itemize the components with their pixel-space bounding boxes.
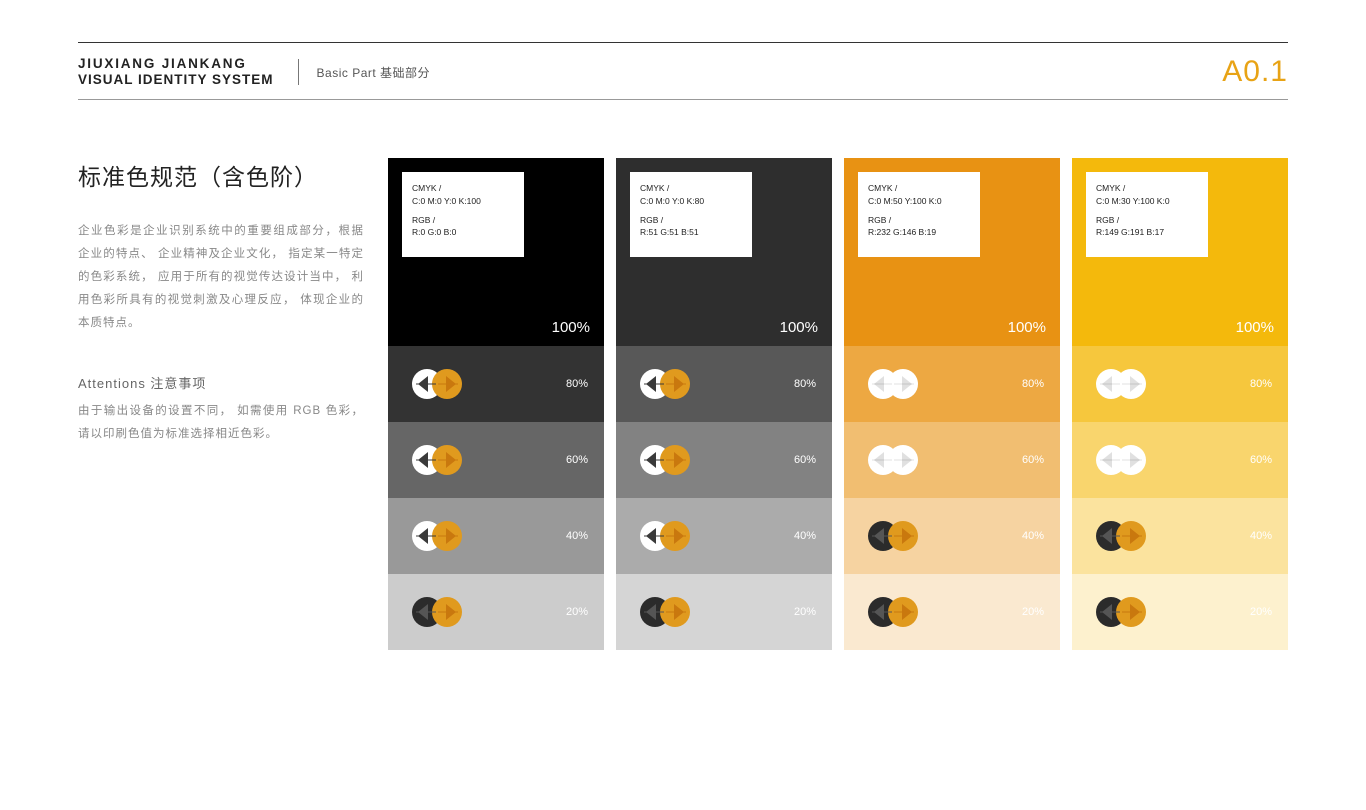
logo-icon bbox=[862, 516, 924, 556]
logo-icon bbox=[634, 592, 696, 632]
cmyk-label: CMYK / bbox=[868, 182, 970, 195]
tint-row: 60% bbox=[388, 422, 604, 498]
rgb-label: RGB / bbox=[640, 214, 742, 227]
page-header: JIUXIANG JIANKANG VISUAL IDENTITY SYSTEM… bbox=[78, 43, 1288, 100]
rgb-value: R:51 G:51 B:51 bbox=[640, 226, 742, 239]
tint-row: 20% bbox=[1072, 574, 1288, 650]
tint-percent: 80% bbox=[566, 378, 588, 390]
section-title: 标准色规范（含色阶） bbox=[78, 158, 364, 192]
tint-percent: 60% bbox=[1022, 454, 1044, 466]
swatch-head: CMYK / C:0 M:50 Y:100 K:0 RGB / R:232 G:… bbox=[844, 158, 1060, 346]
tint-row: 40% bbox=[844, 498, 1060, 574]
rgb-value: R:149 G:191 B:17 bbox=[1096, 226, 1198, 239]
swatch-column: CMYK / C:0 M:0 Y:0 K:80 RGB / R:51 G:51 … bbox=[616, 158, 832, 650]
tint-percent: 60% bbox=[566, 454, 588, 466]
logo-icon bbox=[634, 364, 696, 404]
tint-row: 80% bbox=[388, 346, 604, 422]
tint-percent-100: 100% bbox=[552, 319, 590, 336]
page-code: A0.1 bbox=[1222, 55, 1288, 89]
logo-icon bbox=[1090, 592, 1152, 632]
tint-percent: 20% bbox=[566, 606, 588, 618]
tint-row: 20% bbox=[616, 574, 832, 650]
tint-percent-100: 100% bbox=[780, 319, 818, 336]
tint-percent: 20% bbox=[1250, 606, 1272, 618]
swatch-head: CMYK / C:0 M:0 Y:0 K:100 RGB / R:0 G:0 B… bbox=[388, 158, 604, 346]
tint-row: 80% bbox=[616, 346, 832, 422]
tint-row: 80% bbox=[1072, 346, 1288, 422]
tint-percent-100: 100% bbox=[1008, 319, 1046, 336]
logo-icon bbox=[862, 364, 924, 404]
cmyk-value: C:0 M:30 Y:100 K:0 bbox=[1096, 195, 1198, 208]
swatch-column: CMYK / C:0 M:50 Y:100 K:0 RGB / R:232 G:… bbox=[844, 158, 1060, 650]
cmyk-label: CMYK / bbox=[640, 182, 742, 195]
color-spec-card: CMYK / C:0 M:0 Y:0 K:100 RGB / R:0 G:0 B… bbox=[402, 172, 524, 257]
tint-percent-100: 100% bbox=[1236, 319, 1274, 336]
tint-percent: 60% bbox=[794, 454, 816, 466]
brand-line-1: JIUXIANG JIANKANG bbox=[78, 56, 274, 72]
section-paragraph: 企业色彩是企业识别系统中的重要组成部分，根据企业的特点、 企业精神及企业文化， … bbox=[78, 220, 364, 335]
swatch-head: CMYK / C:0 M:0 Y:0 K:80 RGB / R:51 G:51 … bbox=[616, 158, 832, 346]
tint-percent: 40% bbox=[1022, 530, 1044, 542]
tint-percent: 40% bbox=[1250, 530, 1272, 542]
cmyk-label: CMYK / bbox=[1096, 182, 1198, 195]
swatch-column: CMYK / C:0 M:30 Y:100 K:0 RGB / R:149 G:… bbox=[1072, 158, 1288, 650]
swatch-head: CMYK / C:0 M:30 Y:100 K:0 RGB / R:149 G:… bbox=[1072, 158, 1288, 346]
tint-row: 80% bbox=[844, 346, 1060, 422]
color-spec-card: CMYK / C:0 M:30 Y:100 K:0 RGB / R:149 G:… bbox=[1086, 172, 1208, 257]
tint-row: 40% bbox=[1072, 498, 1288, 574]
tint-percent: 80% bbox=[1022, 378, 1044, 390]
logo-icon bbox=[1090, 516, 1152, 556]
swatch-column: CMYK / C:0 M:0 Y:0 K:100 RGB / R:0 G:0 B… bbox=[388, 158, 604, 650]
logo-icon bbox=[406, 592, 468, 632]
attention-title: Attentions 注意事项 bbox=[78, 373, 364, 392]
logo-icon bbox=[406, 440, 468, 480]
cmyk-label: CMYK / bbox=[412, 182, 514, 195]
tint-row: 40% bbox=[388, 498, 604, 574]
logo-icon bbox=[634, 440, 696, 480]
logo-icon bbox=[862, 440, 924, 480]
rgb-label: RGB / bbox=[868, 214, 970, 227]
rgb-label: RGB / bbox=[1096, 214, 1198, 227]
rgb-value: R:232 G:146 B:19 bbox=[868, 226, 970, 239]
color-spec-card: CMYK / C:0 M:0 Y:0 K:80 RGB / R:51 G:51 … bbox=[630, 172, 752, 257]
logo-icon bbox=[406, 364, 468, 404]
tint-percent: 20% bbox=[1022, 606, 1044, 618]
tint-percent: 60% bbox=[1250, 454, 1272, 466]
header-subtitle: Basic Part 基础部分 bbox=[317, 64, 431, 81]
tint-percent: 40% bbox=[794, 530, 816, 542]
swatch-grid: CMYK / C:0 M:0 Y:0 K:100 RGB / R:0 G:0 B… bbox=[388, 158, 1288, 650]
sidebar-text: 标准色规范（含色阶） 企业色彩是企业识别系统中的重要组成部分，根据企业的特点、 … bbox=[78, 158, 388, 650]
cmyk-value: C:0 M:0 Y:0 K:80 bbox=[640, 195, 742, 208]
tint-row: 20% bbox=[844, 574, 1060, 650]
rgb-label: RGB / bbox=[412, 214, 514, 227]
tint-percent: 80% bbox=[794, 378, 816, 390]
tint-percent: 40% bbox=[566, 530, 588, 542]
tint-row: 60% bbox=[616, 422, 832, 498]
tint-percent: 80% bbox=[1250, 378, 1272, 390]
divider bbox=[298, 59, 299, 85]
cmyk-value: C:0 M:0 Y:0 K:100 bbox=[412, 195, 514, 208]
logo-icon bbox=[1090, 440, 1152, 480]
logo-icon bbox=[406, 516, 468, 556]
tint-row: 20% bbox=[388, 574, 604, 650]
cmyk-value: C:0 M:50 Y:100 K:0 bbox=[868, 195, 970, 208]
rgb-value: R:0 G:0 B:0 bbox=[412, 226, 514, 239]
logo-icon bbox=[1090, 364, 1152, 404]
tint-percent: 20% bbox=[794, 606, 816, 618]
tint-row: 60% bbox=[844, 422, 1060, 498]
brand-block: JIUXIANG JIANKANG VISUAL IDENTITY SYSTEM bbox=[78, 56, 274, 87]
logo-icon bbox=[862, 592, 924, 632]
tint-row: 60% bbox=[1072, 422, 1288, 498]
tint-row: 40% bbox=[616, 498, 832, 574]
attention-paragraph: 由于输出设备的设置不同， 如需使用 RGB 色彩， 请以印刷色值为标准选择相近色… bbox=[78, 400, 364, 446]
color-spec-card: CMYK / C:0 M:50 Y:100 K:0 RGB / R:232 G:… bbox=[858, 172, 980, 257]
logo-icon bbox=[634, 516, 696, 556]
brand-line-2: VISUAL IDENTITY SYSTEM bbox=[78, 72, 274, 88]
